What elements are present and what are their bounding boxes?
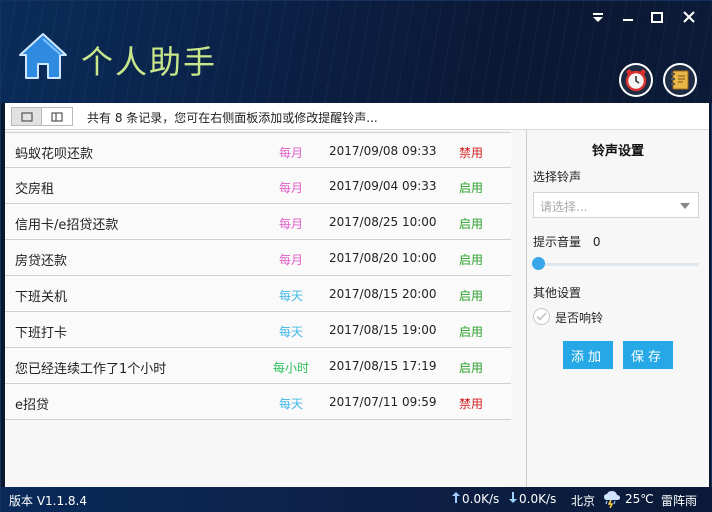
reminder-time: 2017/08/25 10:00 [329,215,437,229]
menu-icon[interactable] [587,7,609,27]
reminder-row[interactable]: 信用卡/e招贷还款 每月 2017/08/25 10:00 启用 [5,204,511,240]
toolbar: 共有 8 条记录，您可在右侧面板添加或修改提醒铃声... [5,103,709,130]
reminder-row[interactable]: 蚂蚁花呗还款 每月 2017/09/08 09:33 禁用 [5,132,511,168]
reminder-name: 您已经连续工作了1个小时 [15,362,167,377]
reminder-status[interactable]: 启用 [445,323,497,340]
list-view-icon[interactable] [12,108,42,125]
notebook-icon[interactable] [663,63,697,97]
reminder-row[interactable]: 下班关机 每天 2017/08/15 20:00 启用 [5,276,511,312]
weather-text: 雷阵雨 [661,494,698,508]
reminder-row[interactable]: 房贷还款 每月 2017/08/20 10:00 启用 [5,240,511,276]
reminder-row[interactable]: e招贷 每天 2017/07/11 09:59 禁用 [5,384,511,420]
reminder-status[interactable]: 启用 [445,215,497,232]
download-speed: 0.0K/s [519,492,557,506]
volume-slider-track[interactable] [537,263,699,266]
ring-checkbox[interactable] [533,308,550,325]
app-header: 个人助手 [1,1,712,103]
download-arrow-icon [509,492,517,506]
reminder-status[interactable]: 禁用 [445,144,497,161]
reminder-status[interactable]: 启用 [445,251,497,268]
volume-label-row: 提示音量 0 [533,233,600,250]
chevron-down-icon [680,203,690,209]
volume-value: 0 [592,235,601,249]
reminder-list: 蚂蚁花呗还款 每月 2017/09/08 09:33 禁用 交房租 每月 2017/09/0… [5,132,511,420]
app-window: 个人助手 共有 8 条记录，您可在右侧面板添加或修改提醒铃声... 蚂蚁花呗还款… [0,0,712,512]
reminder-time: 2017/09/04 09:33 [329,179,437,193]
ringtone-settings-panel: 铃声设置 选择铃声 请选择... 提示音量 0 其他设置 是否响铃 添加 保存 [527,130,709,487]
reminder-frequency: 每天 [278,397,303,411]
ringtone-label: 选择铃声 [533,170,582,184]
reminder-name: 蚂蚁花呗还款 [15,147,94,162]
ringtone-placeholder: 请选择... [540,200,588,214]
reminder-status[interactable]: 禁用 [445,395,497,412]
reminder-frequency: 每月 [278,146,303,160]
volume-label: 提示音量 [533,235,582,249]
split-view-icon[interactable] [42,108,72,125]
record-count-message: 共有 8 条记录，您可在右侧面板添加或修改提醒铃声... [87,111,378,125]
reminder-time: 2017/08/15 19:00 [329,323,437,337]
app-title: 个人助手 [81,43,218,81]
alarm-clock-icon[interactable] [619,63,653,97]
reminder-name: 下班打卡 [15,326,68,341]
reminder-time: 2017/07/11 09:59 [329,395,437,409]
reminder-name: 交房租 [15,182,55,197]
minimize-icon[interactable] [617,7,639,27]
save-button[interactable]: 保存 [623,341,673,369]
version-text: 版本 V1.1.8.4 [9,494,88,508]
reminder-name: 下班关机 [15,290,68,305]
reminder-time: 2017/08/15 17:19 [329,359,437,373]
reminder-status[interactable]: 启用 [445,359,497,376]
reminder-name: e招贷 [15,398,49,413]
ringtone-select[interactable]: 请选择... [533,192,699,218]
reminder-name: 信用卡/e招贷还款 [15,218,119,233]
volume-slider-thumb[interactable] [532,257,545,270]
home-icon[interactable] [17,31,69,81]
main-area: 蚂蚁花呗还款 每月 2017/09/08 09:33 禁用 交房租 每月 2017/09/0… [5,130,709,487]
reminder-row[interactable]: 交房租 每月 2017/09/04 09:33 启用 [5,168,511,204]
reminder-frequency: 每月 [278,181,303,195]
close-icon[interactable] [678,7,700,27]
reminder-row[interactable]: 下班打卡 每天 2017/08/15 19:00 启用 [5,312,511,348]
city-text: 北京 [571,494,596,508]
reminder-status[interactable]: 启用 [445,179,497,196]
thunderstorm-icon [603,490,621,511]
reminder-frequency: 每天 [278,289,303,303]
reminder-frequency: 每小时 [272,361,309,375]
view-toggle [11,107,73,126]
reminder-name: 房贷还款 [15,254,68,269]
add-button[interactable]: 添加 [563,341,613,369]
upload-arrow-icon [452,492,460,506]
reminder-time: 2017/09/08 09:33 [329,144,437,158]
reminder-time: 2017/08/15 20:00 [329,287,437,301]
reminder-frequency: 每月 [278,253,303,267]
other-settings-label: 其他设置 [533,286,582,300]
status-bar: 版本 V1.1.8.4 0.0K/s 0.0K/s 北京 25℃ 雷阵雨 [1,487,712,512]
reminder-time: 2017/08/20 10:00 [329,251,437,265]
upload-speed: 0.0K/s [462,492,500,506]
settings-title: 铃声设置 [591,144,644,159]
reminder-row[interactable]: 您已经连续工作了1个小时 每小时 2017/08/15 17:19 启用 [5,348,511,384]
maximize-icon[interactable] [646,7,668,27]
temperature-text: 25℃ [625,492,654,506]
reminder-frequency: 每月 [278,217,303,231]
ring-checkbox-label: 是否响铃 [555,311,604,325]
reminder-frequency: 每天 [278,325,303,339]
reminder-status[interactable]: 启用 [445,287,497,304]
